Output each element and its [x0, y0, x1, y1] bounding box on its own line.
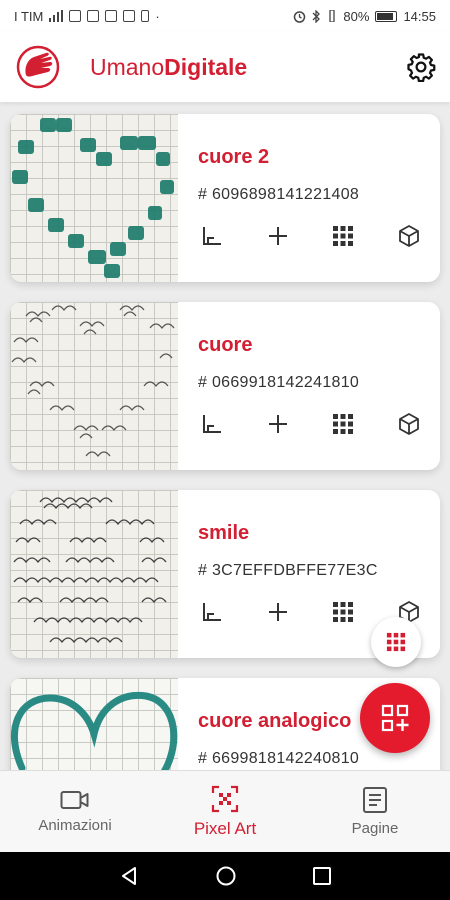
card-thumbnail	[10, 678, 178, 770]
teal-heart-drawing	[10, 691, 178, 770]
grid-icon	[386, 632, 406, 652]
card-code: # 6096898141221408	[198, 186, 360, 203]
pixel-art-icon	[211, 785, 239, 812]
card-actions	[198, 222, 423, 250]
grid-fab[interactable]	[371, 617, 421, 667]
app-title: UmanoDigitale	[90, 54, 247, 81]
card-actions	[198, 410, 423, 438]
pencil-smile-drawing	[13, 497, 167, 644]
recents-icon[interactable]	[312, 866, 332, 886]
carrier-label: I TIM	[14, 8, 44, 24]
status-right: 80% 14:55	[293, 9, 436, 24]
back-icon[interactable]	[118, 865, 140, 887]
home-icon[interactable]	[215, 865, 237, 887]
more-icon: ·	[155, 8, 160, 24]
green-heart-drawing	[12, 118, 174, 278]
card-thumbnail	[10, 490, 178, 658]
nav-label-animazioni: Animazioni	[38, 817, 112, 834]
pixel-art-list: cuore 2 # 6096898141221408 cuore # 06699…	[0, 102, 450, 770]
qr-add-icon	[381, 704, 409, 732]
phone-icon	[141, 10, 150, 22]
card-code: # 3C7EFFDBFFE77E3C	[198, 562, 378, 579]
nav-label-pagine: Pagine	[351, 820, 399, 837]
clock: 14:55	[403, 8, 436, 24]
gear-icon[interactable]	[406, 52, 436, 82]
battery-icon	[375, 10, 398, 22]
axis-icon[interactable]	[198, 222, 226, 250]
card-title: cuore 2	[198, 146, 270, 168]
plus-icon[interactable]	[264, 598, 292, 626]
grid-icon[interactable]	[329, 598, 357, 626]
alarm-icon	[294, 10, 306, 23]
page-icon	[363, 787, 387, 813]
nav-pixel-art[interactable]: Pixel Art	[150, 771, 300, 852]
app-bar: UmanoDigitale	[0, 32, 450, 102]
card-title: cuore	[198, 334, 253, 356]
status-bar: I TIM · 80% 14:55	[0, 0, 450, 32]
axis-icon[interactable]	[198, 598, 226, 626]
pixel-art-card[interactable]: cuore 2 # 6096898141221408	[10, 114, 440, 282]
calendar-icon	[123, 10, 136, 22]
brand-light: Umano	[90, 53, 165, 80]
nav-pagine[interactable]: Pagine	[300, 771, 450, 852]
plus-icon[interactable]	[264, 410, 292, 438]
signal-icon	[49, 10, 64, 22]
card-title: cuore analogico	[198, 710, 352, 732]
bluetooth-icon	[312, 9, 321, 23]
add-pixel-art-fab[interactable]	[360, 683, 430, 753]
brand-bold: Digitale	[164, 53, 248, 80]
gallery-icon	[87, 10, 100, 22]
wifi-icon	[329, 10, 336, 22]
system-navigation	[0, 852, 450, 900]
pencil-heart-drawing	[11, 305, 175, 457]
grid-icon[interactable]	[329, 222, 357, 250]
cube-icon[interactable]	[395, 410, 423, 438]
cube-icon[interactable]	[395, 222, 423, 250]
card-thumbnail	[10, 302, 178, 470]
pixel-art-card[interactable]: cuore # 0669918142241810	[10, 302, 440, 470]
notification-icon	[69, 10, 82, 22]
card-thumbnail	[10, 114, 178, 282]
video-icon	[60, 791, 89, 809]
hand-logo-icon	[16, 45, 60, 89]
nav-label-pixel-art: Pixel Art	[193, 818, 257, 838]
bottom-navigation: Animazioni Pixel Art Pagine	[0, 770, 450, 852]
plus-icon[interactable]	[264, 222, 292, 250]
axis-icon[interactable]	[198, 410, 226, 438]
mail-icon	[105, 10, 118, 22]
nav-animazioni[interactable]: Animazioni	[0, 771, 150, 852]
card-code: # 6699818142240810	[198, 750, 360, 767]
card-code: # 0669918142241810	[198, 374, 360, 391]
status-left: I TIM ·	[14, 9, 160, 24]
grid-icon[interactable]	[329, 410, 357, 438]
battery-percent: 80%	[343, 8, 370, 24]
card-title: smile	[198, 522, 250, 544]
